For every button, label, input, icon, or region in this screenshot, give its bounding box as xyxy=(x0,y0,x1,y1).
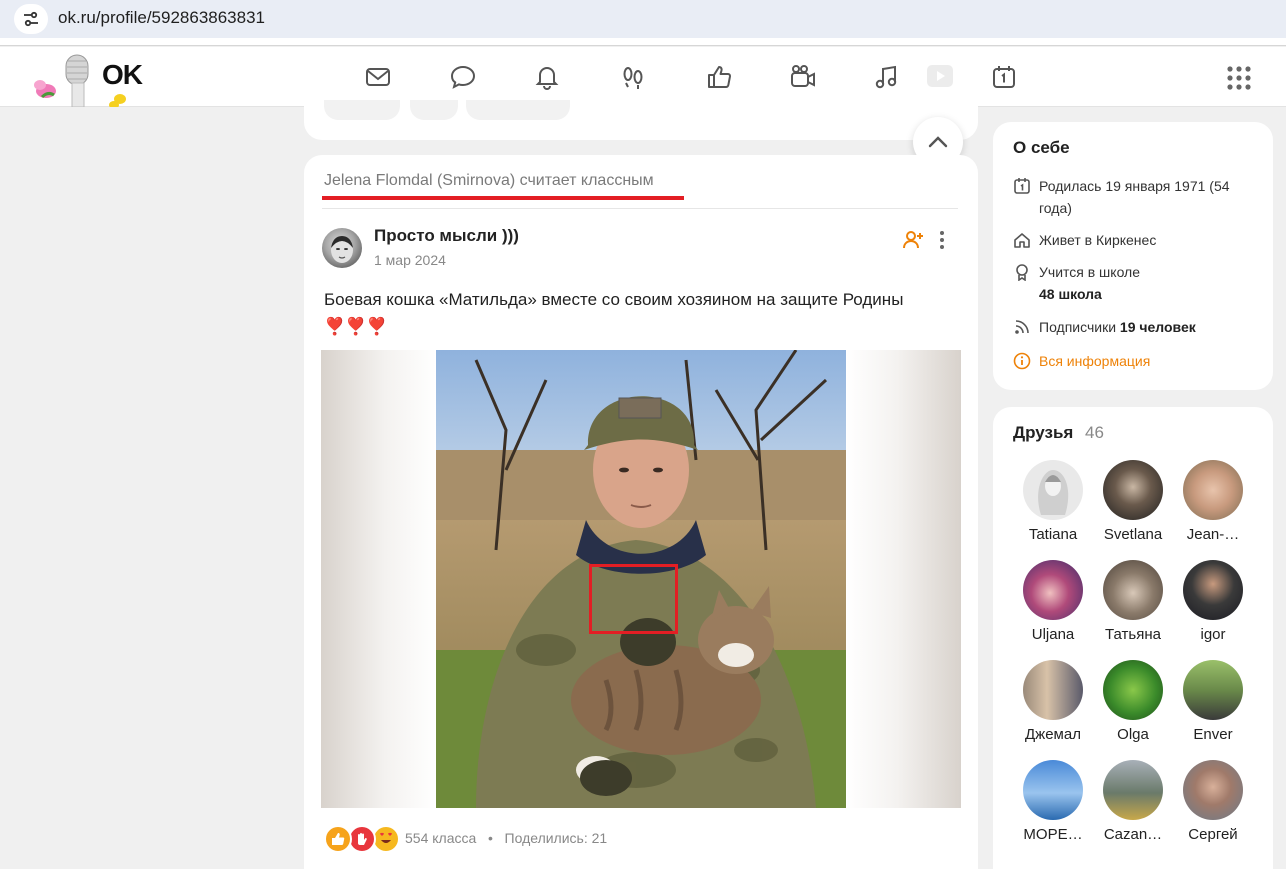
friend-avatar[interactable] xyxy=(1183,560,1243,620)
friend-item[interactable]: Jean-… xyxy=(1173,460,1253,550)
friend-name[interactable]: Enver xyxy=(1173,726,1253,743)
friend-name[interactable]: Tatiana xyxy=(1013,526,1093,543)
friend-avatar[interactable] xyxy=(1103,460,1163,520)
about-title: О себе xyxy=(1013,138,1070,157)
liked-by-text[interactable]: Jelena Flomdal (Smirnova) считает классн… xyxy=(324,172,654,190)
friend-item[interactable]: igor xyxy=(1173,560,1253,650)
friend-name[interactable]: Сергей xyxy=(1173,826,1253,843)
friend-item[interactable]: Tatiana xyxy=(1013,460,1093,550)
about-subscribers[interactable]: Подписчики 19 человек xyxy=(1013,316,1263,338)
site-header: OK xyxy=(0,47,1286,109)
friend-item[interactable]: МОРЕ… xyxy=(1013,760,1093,850)
about-card: О себе Родилась 19 января 1971 (54 года)… xyxy=(993,122,1273,390)
divider xyxy=(322,208,958,209)
about-birthday: Родилась 19 января 1971 (54 года) xyxy=(1013,175,1263,219)
friend-name[interactable]: Svetlana xyxy=(1093,526,1173,543)
post-photo-container[interactable] xyxy=(321,350,961,808)
calendar-icon[interactable] xyxy=(988,61,1020,93)
school-label: Учится в школе xyxy=(1039,264,1141,280)
friend-name[interactable]: МОРЕ… xyxy=(1013,826,1093,843)
friends-title[interactable]: Друзья xyxy=(1013,423,1073,443)
hand-reaction-icon xyxy=(348,825,376,853)
footprints-icon[interactable] xyxy=(617,61,649,93)
friend-avatar[interactable] xyxy=(1023,460,1083,520)
about-location: Живет в Киркенес xyxy=(1013,229,1263,251)
mail-icon[interactable] xyxy=(362,61,394,93)
add-friend-icon[interactable] xyxy=(902,229,924,251)
friend-avatar[interactable] xyxy=(1023,660,1083,720)
group-avatar[interactable] xyxy=(322,228,362,268)
friend-name[interactable]: Jean-… xyxy=(1173,526,1253,543)
friend-avatar[interactable] xyxy=(1023,760,1083,820)
friend-avatar[interactable] xyxy=(1023,560,1083,620)
friend-avatar[interactable] xyxy=(1183,660,1243,720)
heart-eyes-reaction-icon xyxy=(372,825,400,853)
info-icon xyxy=(1013,352,1031,370)
friends-count: 46 xyxy=(1085,423,1104,442)
chat-icon[interactable] xyxy=(447,61,479,93)
friend-avatar[interactable] xyxy=(1183,760,1243,820)
apps-grid-icon[interactable] xyxy=(1226,65,1252,91)
shares-count[interactable]: Поделились: 21 xyxy=(505,830,608,846)
subscribers-count[interactable]: 19 человек xyxy=(1120,319,1196,335)
video-camera-icon[interactable] xyxy=(787,61,819,93)
site-settings-icon[interactable] xyxy=(14,4,48,34)
friend-item[interactable]: Татьяна xyxy=(1093,560,1173,650)
share-pill[interactable] xyxy=(466,100,570,120)
post-text: Боевая кошка «Матильда» вместе со своим … xyxy=(324,290,904,336)
rss-icon xyxy=(1015,320,1029,334)
calendar-icon xyxy=(1014,178,1030,194)
annotation-underline xyxy=(322,196,684,200)
more-options-icon[interactable] xyxy=(934,229,950,251)
bell-icon[interactable] xyxy=(531,61,563,93)
group-name-link[interactable]: Просто мысли ))) xyxy=(374,226,519,246)
friend-name[interactable]: igor xyxy=(1173,626,1253,643)
friend-item[interactable]: Olga xyxy=(1093,660,1173,750)
friend-name[interactable]: Uljana xyxy=(1013,626,1093,643)
post-date[interactable]: 1 мар 2024 xyxy=(374,252,446,268)
music-icon[interactable] xyxy=(871,61,903,93)
all-info-text[interactable]: Вся информация xyxy=(1039,350,1263,372)
likes-count[interactable]: 554 класса xyxy=(405,830,476,846)
friends-card: Друзья 46 Tatiana Svetlana Jean-… Uljana… xyxy=(993,407,1273,869)
post-stats: 554 класса • Поделились: 21 xyxy=(405,830,607,846)
like-icon[interactable] xyxy=(703,61,735,93)
school-name-link[interactable]: 48 школа xyxy=(1039,286,1102,302)
friend-item[interactable]: Enver xyxy=(1173,660,1253,750)
friend-avatar[interactable] xyxy=(1103,760,1163,820)
address-bar[interactable]: ok.ru/profile/592863863831 xyxy=(0,0,1286,38)
annotation-box xyxy=(589,564,678,634)
friend-item[interactable]: Svetlana xyxy=(1093,460,1173,550)
about-school: Учится в школе 48 школа xyxy=(1013,261,1263,305)
friend-name[interactable]: Татьяна xyxy=(1093,626,1173,643)
chevron-up-icon xyxy=(928,136,948,148)
feed-post: Jelena Flomdal (Smirnova) считает классн… xyxy=(304,155,978,869)
friend-name[interactable]: Olga xyxy=(1093,726,1173,743)
browser-toolbar: ok.ru/profile/592863863831 xyxy=(0,0,1286,46)
comment-pill[interactable] xyxy=(410,100,458,120)
friend-item[interactable]: Uljana xyxy=(1013,560,1093,650)
friend-item[interactable]: Джемал xyxy=(1013,660,1093,750)
play-icon[interactable] xyxy=(924,61,956,93)
location-text: Живет в Киркенес xyxy=(1039,232,1157,248)
all-info-link[interactable]: Вся информация xyxy=(1013,350,1263,372)
stats-separator: • xyxy=(487,830,493,846)
friend-item[interactable]: Cazan… xyxy=(1093,760,1173,850)
subscribers-label: Подписчики xyxy=(1039,319,1117,335)
reactions-group[interactable] xyxy=(324,825,400,853)
friend-name[interactable]: Джемал xyxy=(1013,726,1093,743)
thumbs-up-reaction-icon xyxy=(324,825,352,853)
reaction-pill[interactable] xyxy=(324,100,400,120)
friend-avatar[interactable] xyxy=(1183,460,1243,520)
url-text[interactable]: ok.ru/profile/592863863831 xyxy=(58,8,265,28)
friend-avatar[interactable] xyxy=(1103,660,1163,720)
previous-post-card xyxy=(304,100,978,140)
ok-logo-text[interactable]: OK xyxy=(102,59,143,91)
home-icon xyxy=(1014,233,1030,248)
school-icon xyxy=(1016,264,1028,281)
birthday-text: Родилась 19 января 1971 (54 года) xyxy=(1039,178,1230,216)
friend-name[interactable]: Cazan… xyxy=(1093,826,1173,843)
friend-item[interactable]: Сергей xyxy=(1173,760,1253,850)
friend-avatar[interactable] xyxy=(1103,560,1163,620)
